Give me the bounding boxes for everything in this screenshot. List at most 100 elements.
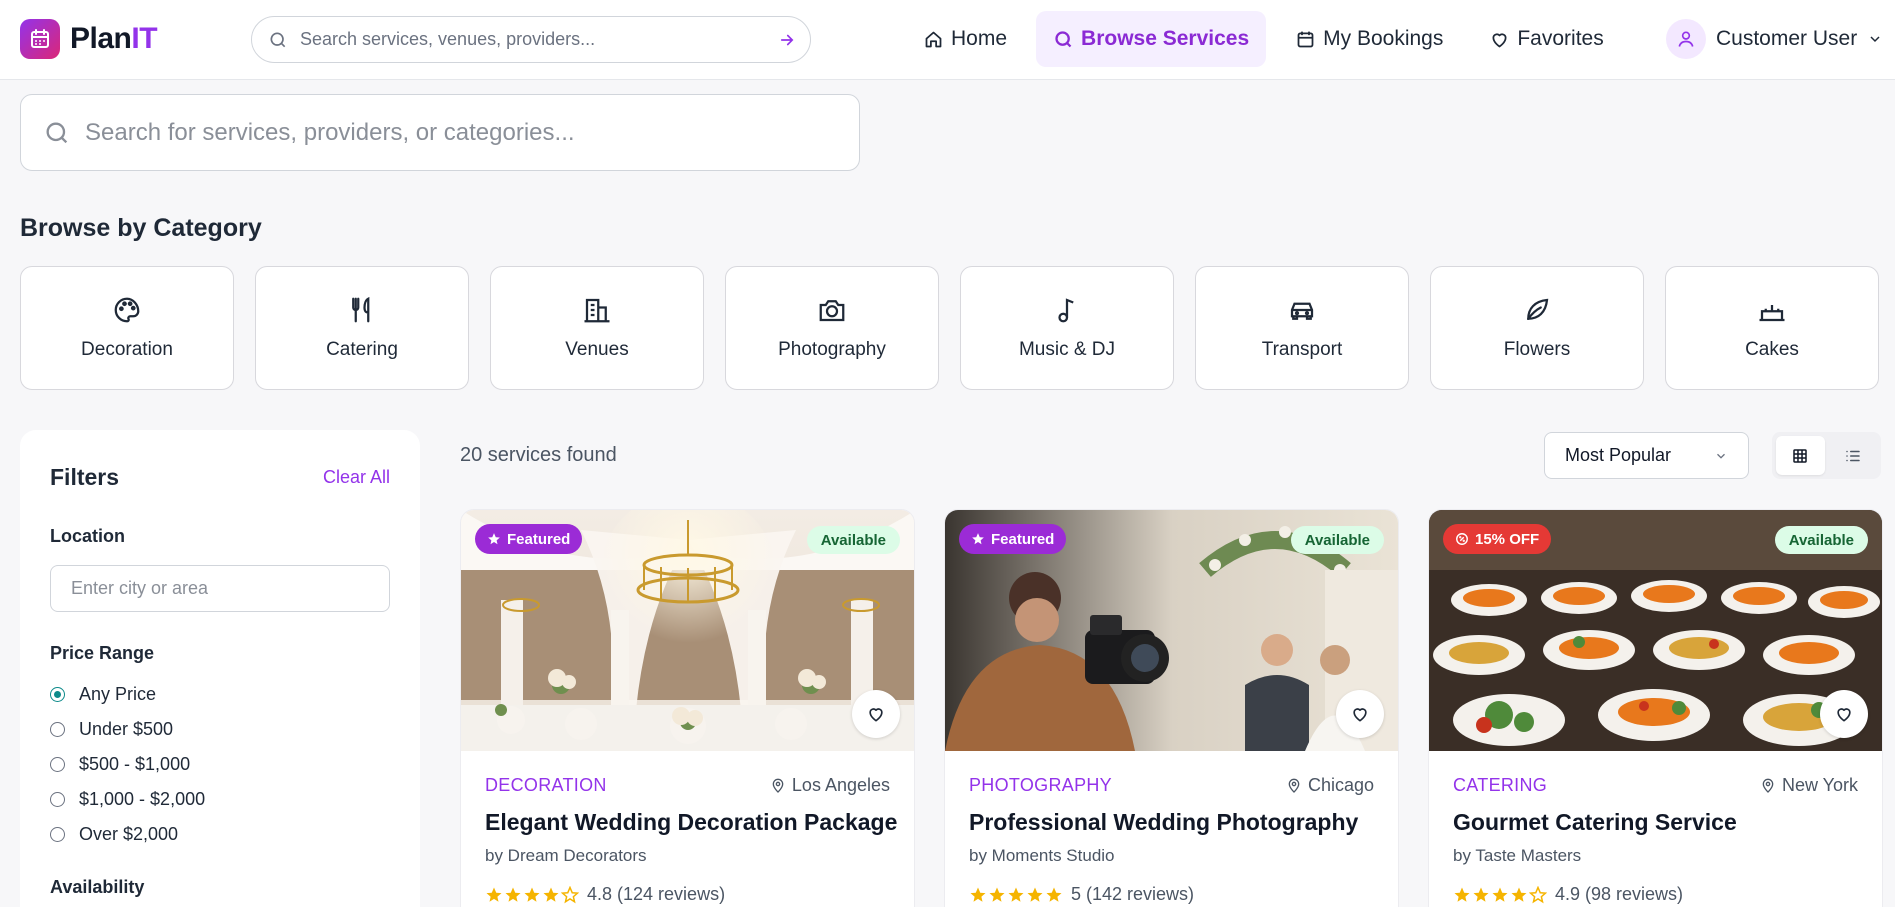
category-label: Cakes: [1745, 339, 1799, 360]
location-input[interactable]: [50, 565, 390, 612]
price-option-1000-2000[interactable]: $1,000 - $2,000: [50, 782, 205, 817]
card-location-text: New York: [1781, 775, 1858, 795]
heart-icon: [1350, 704, 1370, 724]
card-location: Los Angeles: [770, 775, 890, 796]
chevron-down-icon: [1867, 31, 1883, 47]
card-location-text: Chicago: [1307, 775, 1374, 795]
header-search-input[interactable]: [300, 29, 778, 50]
avatar: [1666, 19, 1706, 59]
availability-label: Availability: [50, 877, 145, 897]
palette-icon: [112, 295, 142, 325]
price-range-label: Price Range: [50, 643, 155, 663]
favorite-button[interactable]: [852, 690, 900, 738]
category-label: Music & DJ: [1018, 339, 1116, 360]
category-flowers[interactable]: Flowers: [1430, 266, 1644, 390]
category-music-dj[interactable]: Music & DJ: [960, 266, 1174, 390]
price-option-500-1000[interactable]: $500 - $1,000: [50, 747, 205, 782]
service-card[interactable]: Featured Available PHOTOGRAPHY Chicago P…: [944, 509, 1399, 907]
main-search-input[interactable]: [85, 118, 837, 147]
availability-badge: Available: [806, 526, 900, 554]
star-icon: [487, 532, 501, 546]
card-title[interactable]: Elegant Wedding Decoration Package: [485, 809, 897, 836]
card-category[interactable]: PHOTOGRAPHY: [969, 775, 1112, 796]
discount-badge: 15% OFF: [1443, 524, 1552, 554]
card-provider: by Taste Masters: [1453, 846, 1582, 865]
card-location: Chicago: [1286, 775, 1374, 796]
star-rating: [969, 886, 1063, 904]
search-icon: [43, 119, 71, 147]
radio-button[interactable]: [50, 687, 65, 702]
service-card[interactable]: 15% OFF Available CATERING New York Gour…: [1428, 509, 1883, 907]
rating-text: 4.8 (124 reviews): [587, 884, 726, 904]
category-decoration[interactable]: Decoration: [20, 266, 234, 390]
badge-label: Featured: [991, 530, 1055, 548]
building-icon: [582, 295, 612, 325]
radio-button[interactable]: [50, 827, 65, 842]
category-transport[interactable]: Transport: [1195, 266, 1409, 390]
app-logo[interactable]: PlanIT: [20, 19, 158, 59]
price-option-over-2000[interactable]: Over $2,000: [50, 817, 205, 852]
card-location: New York: [1760, 775, 1858, 796]
list-view-button[interactable]: [1829, 436, 1878, 475]
category-list: Decoration Catering Venues Photography M…: [20, 266, 1879, 390]
card-category[interactable]: DECORATION: [485, 775, 607, 796]
cake-icon: [1757, 295, 1787, 325]
rating-text: 4.9 (98 reviews): [1555, 884, 1684, 904]
category-venues[interactable]: Venues: [490, 266, 704, 390]
camera-icon: [817, 295, 847, 325]
main-nav: Home Browse Services My Bookings Favorit…: [906, 11, 1633, 67]
radio-button[interactable]: [50, 792, 65, 807]
card-provider: by Moments Studio: [969, 846, 1115, 865]
favorite-button[interactable]: [1336, 690, 1384, 738]
radio-button[interactable]: [50, 757, 65, 772]
price-option-any[interactable]: Any Price: [50, 677, 205, 712]
rating-text: 5 (142 reviews): [1071, 884, 1195, 904]
category-label: Photography: [778, 339, 886, 360]
percent-badge-icon: [1455, 532, 1469, 546]
card-rating: 4.8 (124 reviews): [485, 884, 890, 905]
radio-button[interactable]: [50, 722, 65, 737]
star-rating: [485, 885, 579, 904]
nav-bookings-label: My Bookings: [1323, 27, 1444, 50]
chevron-down-icon: [1714, 449, 1728, 463]
category-label: Flowers: [1503, 339, 1571, 360]
price-range-options: Any Price Under $500 $500 - $1,000 $1,00…: [50, 677, 205, 852]
category-label: Venues: [565, 339, 629, 360]
card-title[interactable]: Professional Wedding Photography: [969, 809, 1374, 836]
badge-label: 15% OFF: [1475, 530, 1540, 548]
nav-browse-services[interactable]: Browse Services: [1036, 11, 1267, 67]
card-body: PHOTOGRAPHY Chicago Professional Wedding…: [969, 775, 1374, 905]
card-provider: by Dream Decorators: [485, 846, 647, 865]
card-title[interactable]: Gourmet Catering Service: [1453, 809, 1858, 836]
top-header: PlanIT Home Browse Services My Bookings …: [0, 0, 1895, 80]
nav-browse-label: Browse Services: [1081, 27, 1250, 50]
price-option-under-500[interactable]: Under $500: [50, 712, 205, 747]
arrow-right-icon[interactable]: [778, 31, 796, 49]
category-catering[interactable]: Catering: [255, 266, 469, 390]
featured-badge: Featured: [475, 524, 583, 554]
view-toggle: [1772, 432, 1881, 479]
heart-icon: [1489, 29, 1510, 50]
card-category[interactable]: CATERING: [1453, 775, 1547, 796]
price-option-label: $1,000 - $2,000: [79, 789, 206, 809]
sort-select[interactable]: Most Popular: [1544, 432, 1749, 479]
calendar-icon: [1295, 29, 1316, 50]
nav-home[interactable]: Home: [906, 11, 1024, 67]
availability-badge: Available: [1774, 526, 1868, 554]
user-menu[interactable]: Customer User: [1666, 19, 1883, 59]
category-cakes[interactable]: Cakes: [1665, 266, 1879, 390]
list-icon: [1844, 447, 1862, 465]
nav-favorites[interactable]: Favorites: [1472, 11, 1620, 67]
price-option-label: Under $500: [79, 719, 174, 739]
calendar-logo-icon: [20, 19, 60, 59]
category-photography[interactable]: Photography: [725, 266, 939, 390]
grid-view-button[interactable]: [1776, 436, 1825, 475]
clear-all-button[interactable]: Clear All: [323, 467, 390, 488]
grid-icon: [1791, 447, 1809, 465]
filters-title: Filters: [50, 464, 120, 490]
nav-my-bookings[interactable]: My Bookings: [1278, 11, 1460, 67]
service-card[interactable]: Featured Available DECORATION Los Angele…: [460, 509, 915, 907]
map-pin-icon: [1286, 778, 1302, 794]
favorite-button[interactable]: [1820, 690, 1868, 738]
main-search-bar: [20, 94, 860, 171]
